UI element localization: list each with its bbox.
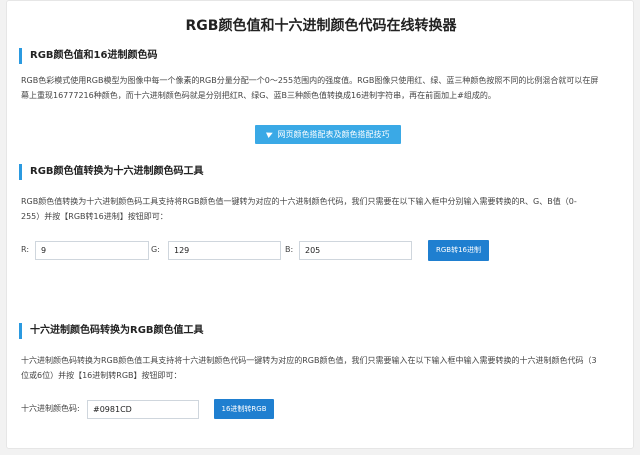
- rgb-intro-line-2: 幕上重现16777216种颜色，而十六进制颜色码就是分别把红R、绿G、蓝B三种颜…: [21, 91, 496, 100]
- b-label: B:: [285, 245, 294, 254]
- b-input[interactable]: [299, 241, 412, 260]
- rgb-intro-paragraph: RGB色彩模式使用RGB模型为图像中每一个像素的RGB分量分配一个0～255范围…: [21, 73, 613, 103]
- converter-card: RGB颜色值和十六进制颜色代码在线转换器 RGB颜色值和16进制颜色码 RGB色…: [6, 0, 634, 449]
- hex-label: 十六进制颜色码:: [21, 404, 80, 413]
- hex-to-rgb-line-2: 位或6位）并按【16进制转RGB】按钮即可：: [21, 371, 182, 380]
- g-input[interactable]: [168, 241, 281, 260]
- rgb-intro-line-1: RGB色彩模式使用RGB模型为图像中每一个像素的RGB分量分配一个0～255范围…: [21, 76, 599, 85]
- section-heading-hex-to-rgb: 十六进制颜色码转换为RGB颜色值工具: [19, 323, 204, 339]
- send-icon: [265, 130, 274, 138]
- page-title: RGB颜色值和十六进制颜色代码在线转换器: [185, 18, 457, 34]
- hex-to-rgb-line-1: 十六进制颜色码转换为RGB颜色值工具支持将十六进制颜色代码一键转为对应的RGB颜…: [21, 356, 597, 365]
- rgb-to-hex-line-1: RGB颜色值转换为十六进制颜色码工具支持将RGB颜色值一键转为对应的十六进制颜色…: [21, 197, 577, 206]
- r-label: R:: [21, 245, 30, 254]
- rgb-to-hex-line-2: 255）并按【RGB转16进制】按钮即可：: [21, 212, 168, 221]
- rgb-to-hex-button[interactable]: RGB转16进制: [428, 240, 489, 261]
- hex-input[interactable]: [87, 400, 199, 419]
- g-label: G:: [151, 245, 160, 254]
- rgb-to-hex-paragraph: RGB颜色值转换为十六进制颜色码工具支持将RGB颜色值一键转为对应的十六进制颜色…: [21, 194, 613, 224]
- r-input[interactable]: [35, 241, 149, 260]
- hex-to-rgb-button[interactable]: 16进制转RGB: [214, 399, 274, 419]
- color-tips-label: 网页颜色搭配表及颜色搭配技巧: [277, 130, 390, 139]
- section-heading-rgb-hex: RGB颜色值和16进制颜色码: [19, 48, 157, 64]
- hex-to-rgb-paragraph: 十六进制颜色码转换为RGB颜色值工具支持将十六进制颜色代码一键转为对应的RGB颜…: [21, 353, 613, 383]
- section-heading-rgb-to-hex: RGB颜色值转换为十六进制颜色码工具: [19, 164, 204, 180]
- color-tips-button[interactable]: 网页颜色搭配表及颜色搭配技巧: [255, 125, 401, 144]
